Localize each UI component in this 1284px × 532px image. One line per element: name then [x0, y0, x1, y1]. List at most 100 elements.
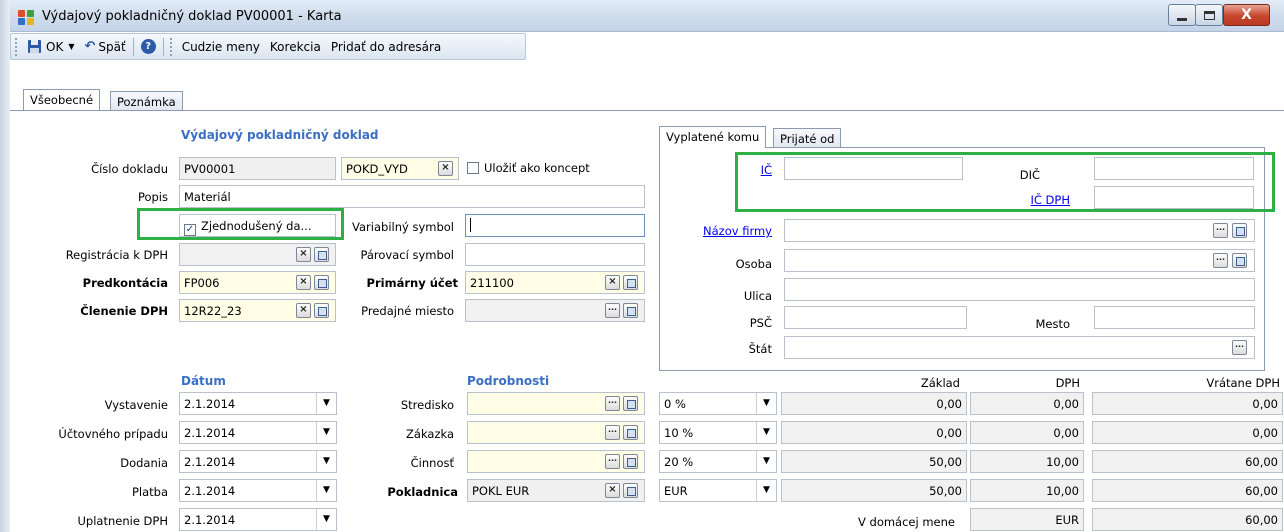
series-value: POKD_VYD	[346, 162, 408, 176]
domestic-total-value: 60,00	[1092, 508, 1283, 531]
ellipsis-icon[interactable]: ···	[605, 425, 620, 440]
date-picker[interactable]: 2.1.2014	[179, 450, 337, 473]
chevron-down-icon[interactable]: ▼	[316, 422, 336, 443]
zip-label: PSČ	[749, 316, 772, 330]
toolbar-grip[interactable]	[169, 37, 174, 56]
maximize-button[interactable]	[1195, 4, 1223, 26]
column-header-vat: DPH	[1055, 376, 1080, 390]
foreign-currencies-button[interactable]: Cudzie meny	[177, 34, 265, 59]
variable-symbol-input[interactable]	[465, 214, 645, 237]
pairing-symbol-input[interactable]	[465, 243, 645, 266]
clear-icon[interactable]: ×	[605, 483, 620, 498]
list-icon[interactable]	[623, 454, 638, 469]
tab-note[interactable]: Poznámka	[110, 91, 183, 110]
person-input[interactable]	[784, 249, 1255, 272]
chevron-down-icon[interactable]: ▼	[756, 422, 776, 443]
clear-icon[interactable]: ×	[296, 275, 311, 290]
column-header-base: Základ	[920, 376, 960, 390]
ok-button[interactable]: OK ▼	[22, 34, 79, 59]
save-draft-label: Uložiť ako koncept	[484, 161, 590, 175]
chevron-down-icon[interactable]: ▼	[316, 451, 336, 472]
list-icon[interactable]	[623, 425, 638, 440]
list-icon[interactable]	[314, 247, 329, 262]
highlight-frame	[137, 208, 344, 240]
company-link[interactable]: Názov firmy	[680, 224, 772, 238]
chevron-down-icon[interactable]: ▼	[756, 480, 776, 501]
list-icon[interactable]	[623, 303, 638, 318]
close-button[interactable]: X	[1223, 4, 1270, 26]
chevron-down-icon[interactable]: ▼	[68, 42, 74, 51]
date-value: 2.1.2014	[184, 397, 236, 411]
tab-paid-to[interactable]: Vyplatené komu	[659, 126, 767, 148]
ellipsis-icon[interactable]: ···	[1213, 223, 1228, 238]
app-icon	[18, 10, 36, 26]
chevron-down-icon[interactable]: ▼	[316, 480, 336, 501]
ellipsis-icon[interactable]: ···	[605, 454, 620, 469]
list-icon[interactable]	[623, 483, 638, 498]
date-picker[interactable]: 2.1.2014	[179, 392, 337, 415]
vat-base-value: 50,00	[781, 450, 967, 473]
list-icon[interactable]	[314, 275, 329, 290]
vat-base-value: 50,00	[781, 479, 967, 502]
help-button[interactable]: ?	[136, 34, 161, 59]
ellipsis-icon[interactable]: ···	[1232, 340, 1247, 355]
vat-breakdown-field[interactable]: 12R22_23	[179, 299, 336, 322]
clear-icon[interactable]: ×	[605, 275, 620, 290]
description-label: Popis	[137, 190, 168, 204]
list-icon[interactable]	[1232, 223, 1247, 238]
predkontacia-field[interactable]: FP006	[179, 271, 336, 294]
list-icon[interactable]	[623, 275, 638, 290]
toolbar-grip[interactable]	[15, 37, 19, 56]
add-to-address-book-button[interactable]: Pridať do adresára	[326, 34, 446, 59]
chevron-down-icon[interactable]: ▼	[756, 451, 776, 472]
date-label: Uplatnenie DPH	[77, 514, 168, 528]
ellipsis-icon[interactable]: ···	[1213, 253, 1228, 268]
clear-icon[interactable]: ×	[296, 247, 311, 262]
order-label: Zákazka	[406, 427, 454, 441]
company-input[interactable]	[784, 219, 1255, 242]
cashbox-label: Pokladnica	[387, 485, 458, 499]
country-input[interactable]	[784, 336, 1255, 359]
list-icon[interactable]	[314, 303, 329, 318]
date-value: 2.1.2014	[184, 455, 236, 469]
date-label: Platba	[131, 485, 168, 499]
text-cursor	[470, 218, 471, 232]
date-picker[interactable]: 2.1.2014	[179, 479, 337, 502]
vat-amount-value: 0,00	[970, 421, 1084, 444]
checkbox-icon	[467, 162, 479, 174]
vat-total-value: 60,00	[1092, 450, 1283, 473]
save-draft-checkbox[interactable]: Uložiť ako koncept	[467, 161, 590, 175]
sales-point-label: Predajné miesto	[361, 304, 454, 318]
primary-account-label: Primárny účet	[366, 276, 458, 290]
window-edge	[0, 0, 10, 532]
date-picker[interactable]: 2.1.2014	[179, 421, 337, 444]
vat-registration-field[interactable]	[179, 243, 336, 266]
correction-button[interactable]: Korekcia	[265, 34, 326, 59]
date-picker[interactable]: 2.1.2014	[179, 508, 337, 531]
city-input[interactable]	[1094, 306, 1255, 329]
tab-received-from[interactable]: Prijaté od	[773, 128, 842, 147]
list-icon[interactable]	[1232, 253, 1247, 268]
chevron-down-icon[interactable]: ▼	[316, 509, 336, 530]
clear-icon[interactable]: ×	[438, 161, 453, 176]
window-title: Výdajový pokladničný doklad PV00001 - Ka…	[42, 9, 342, 24]
highlight-frame	[735, 152, 1275, 212]
back-button[interactable]: ↶ Späť	[79, 34, 130, 59]
person-label: Osoba	[735, 257, 772, 271]
ellipsis-icon[interactable]: ···	[605, 396, 620, 411]
vat-total-value: 0,00	[1092, 392, 1283, 415]
description-field[interactable]: Materiál	[179, 185, 645, 208]
zip-input[interactable]	[784, 306, 967, 329]
date-value: 2.1.2014	[184, 426, 236, 440]
ellipsis-icon[interactable]: ···	[605, 303, 620, 318]
tab-general[interactable]: Všeobecné	[23, 89, 101, 111]
street-input[interactable]	[784, 278, 1255, 301]
minimize-button[interactable]	[1168, 4, 1196, 26]
chevron-down-icon[interactable]: ▼	[316, 393, 336, 414]
list-icon[interactable]	[623, 396, 638, 411]
maximize-icon	[1203, 10, 1215, 20]
clear-icon[interactable]: ×	[296, 303, 311, 318]
chevron-down-icon[interactable]: ▼	[756, 393, 776, 414]
document-number-field[interactable]: PV00001	[179, 157, 336, 180]
pairing-symbol-label: Párovací symbol	[360, 248, 454, 262]
